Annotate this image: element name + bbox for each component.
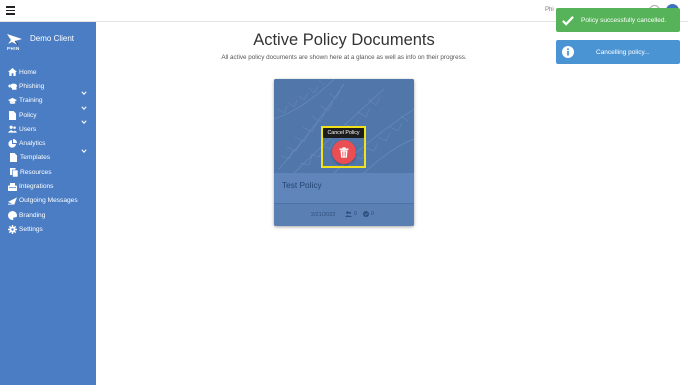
sidebar-item-label: Analytics [19, 140, 46, 148]
graduation-cap-icon [8, 96, 17, 105]
sidebar-item-label: Phishing [19, 82, 45, 90]
sidebar-item-label: Templates [20, 154, 51, 162]
menu-toggle-icon[interactable] [6, 6, 15, 15]
chevron-down-icon[interactable] [81, 141, 87, 153]
sidebar-item-label: Resources [20, 168, 52, 176]
sidebar-item-settings[interactable]: Settings [0, 222, 96, 236]
completed-count-value: 0 [371, 211, 375, 217]
pie-chart-icon [8, 139, 17, 148]
users-count-value: 0 [354, 211, 358, 217]
card-footer: 2/21/2022 0 0 [274, 203, 414, 226]
page-subtitle: All active policy documents are shown he… [221, 54, 467, 61]
plug-icon [8, 182, 17, 191]
page-title: Active Policy Documents [253, 31, 435, 49]
document-icon [8, 110, 17, 120]
sidebar-item-templates[interactable]: Templates [0, 151, 96, 165]
card-title: Test Policy [282, 180, 322, 190]
sidebar-item-phishing[interactable]: Phishing [0, 79, 96, 96]
sidebar-item-label: Branding [19, 211, 46, 219]
info-icon [562, 46, 574, 58]
brand[interactable]: Demo Client PHIN [4, 31, 94, 53]
sidebar-item-outgoing-messages[interactable]: Outgoing Messages [0, 194, 96, 208]
chevron-down-icon[interactable] [81, 83, 87, 96]
fish-icon [8, 82, 17, 91]
success-toast[interactable]: Policy successfully cancelled. [556, 8, 680, 32]
users-icon [345, 211, 352, 217]
sidebar-item-integrations[interactable]: Integrations [0, 179, 96, 193]
sidebar: Demo Client PHIN Home Phishing Training Pol… [0, 22, 96, 385]
sidebar-item-users[interactable]: Users [0, 122, 96, 136]
sidebar-item-policy[interactable]: Policy [0, 108, 96, 125]
sidebar-item-branding[interactable]: Branding [0, 208, 96, 222]
sidebar-item-home[interactable]: Home [0, 65, 96, 79]
check-circle-icon [363, 211, 369, 217]
sidebar-nav: Home Phishing Training Policy Users Analytics… [0, 65, 96, 237]
users-count: 0 [345, 211, 357, 217]
sidebar-item-analytics[interactable]: Analytics [0, 136, 96, 153]
sidebar-item-training[interactable]: Training [0, 94, 96, 110]
chevron-down-icon[interactable] [81, 112, 87, 125]
copy-icon [9, 167, 18, 177]
completed-count: 0 [363, 211, 374, 217]
file-icon [9, 153, 18, 163]
card-date: 2/21/2022 [311, 212, 336, 218]
success-toast-message: Policy successfully cancelled. [581, 16, 667, 24]
chevron-down-icon[interactable] [81, 98, 87, 110]
card-body: Test Policy [274, 173, 414, 203]
palette-icon [8, 210, 17, 220]
brand-name: Demo Client [30, 34, 75, 43]
info-toast-message: Cancelling policy... [596, 48, 650, 56]
sidebar-item-label: Settings [19, 225, 43, 233]
home-icon [8, 68, 17, 77]
gear-icon [8, 224, 17, 234]
info-toast[interactable]: Cancelling policy... [556, 40, 680, 64]
sidebar-item-label: Training [19, 97, 43, 105]
sidebar-item-label: Outgoing Messages [19, 197, 78, 205]
sidebar-item-label: Policy [19, 111, 37, 119]
sidebar-item-label: Users [19, 125, 37, 133]
top-bar-text: Phi [545, 7, 554, 13]
sidebar-item-label: Home [19, 68, 37, 76]
check-icon [562, 14, 574, 26]
cancel-policy-button[interactable] [332, 140, 356, 164]
users-icon [8, 125, 17, 134]
trash-icon [339, 146, 349, 158]
sidebar-item-resources[interactable]: Resources [0, 165, 96, 179]
cancel-policy-tooltip: Cancel Policy [323, 128, 364, 138]
brand-logo-text: PHIN [7, 46, 20, 51]
sidebar-item-label: Integrations [19, 183, 54, 191]
paper-plane-icon [8, 196, 17, 205]
